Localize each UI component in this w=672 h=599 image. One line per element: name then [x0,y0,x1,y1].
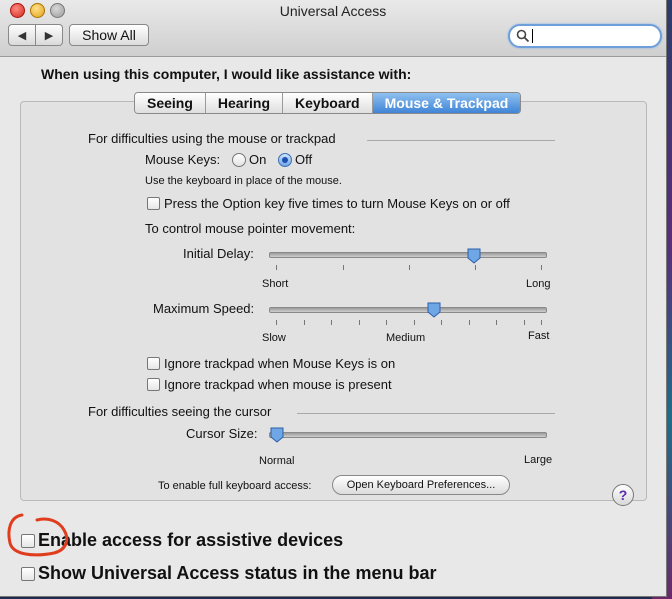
forward-arrow-icon: ▶ [44,29,54,42]
preferences-window: Universal Access ◀ ▶ Show All When using… [0,0,667,597]
initial-delay-max-label: Long [526,278,551,290]
mouse-keys-on-label: On [249,152,267,167]
section-divider [297,413,555,414]
section-divider [367,140,555,141]
control-pointer-label: To control mouse pointer movement: [145,221,356,236]
tick [441,320,442,325]
mouse-section-title: For difficulties using the mouse or trac… [88,131,336,146]
nav-segmented-control: ◀ ▶ [8,24,63,46]
cursor-size-track [269,432,547,438]
ignore-trackpad-mouse-label: Ignore trackpad when mouse is present [164,377,392,392]
ignore-trackpad-mousekeys-checkbox[interactable] [147,357,160,370]
tick [359,320,360,325]
maximum-speed-slider-thumb[interactable] [427,302,441,318]
show-status-menu-label: Show Universal Access status in the menu… [38,563,437,583]
tab-mouse-trackpad[interactable]: Mouse & Trackpad [372,93,521,113]
tab-keyboard[interactable]: Keyboard [283,93,373,113]
initial-delay-track [269,252,547,258]
maximum-speed-min-label: Slow [262,332,286,344]
initial-delay-min-label: Short [262,278,289,290]
mouse-keys-off-label: Off [295,152,313,167]
tick [386,320,387,325]
tick [541,265,542,270]
tick [343,265,344,270]
initial-delay-slider-thumb[interactable] [467,248,481,264]
tick [276,320,277,325]
cursor-section-title: For difficulties seeing the cursor [88,404,272,419]
tick [409,265,410,270]
maximum-speed-max-label: Fast [528,330,550,342]
mouse-keys-label: Mouse Keys: [145,152,221,167]
cursor-size-label: Cursor Size: [186,426,258,441]
forward-button[interactable]: ▶ [36,24,63,46]
tick [475,265,476,270]
tab-seeing[interactable]: Seeing [135,93,206,113]
back-arrow-icon: ◀ [17,29,27,42]
show-all-button[interactable]: Show All [69,24,149,46]
option-key-checkbox[interactable] [147,197,160,210]
tick [414,320,415,325]
keyboard-access-text: To enable full keyboard access: [158,480,312,492]
search-field[interactable] [508,24,662,48]
cursor-size-slider-thumb[interactable] [270,427,284,443]
option-key-checkbox-label: Press the Option key five times to turn … [164,196,510,211]
help-button[interactable]: ? [612,484,634,506]
mouse-keys-off-radio[interactable] [278,153,292,167]
tick [331,320,332,325]
tab-bar: Seeing Hearing Keyboard Mouse & Trackpad [134,92,522,114]
search-icon [516,29,530,43]
tick [304,320,305,325]
text-caret [532,29,533,43]
cursor-size-min-label: Normal [259,455,295,467]
open-keyboard-preferences-button[interactable]: Open Keyboard Preferences... [332,475,510,495]
tick [276,265,277,270]
back-button[interactable]: ◀ [8,24,36,46]
mouse-keys-hint: Use the keyboard in place of the mouse. [145,175,342,187]
enable-assistive-devices-checkbox[interactable] [21,534,35,548]
enable-assistive-devices-label: Enable access for assistive devices [38,530,344,550]
mouse-keys-on-radio[interactable] [232,153,246,167]
tab-panel: For difficulties using the mouse or trac… [20,101,647,501]
ignore-trackpad-mouse-checkbox[interactable] [147,378,160,391]
show-status-menu-checkbox[interactable] [21,567,35,581]
initial-delay-label: Initial Delay: [183,246,254,261]
window-title: Universal Access [279,3,387,19]
maximum-speed-label: Maximum Speed: [153,301,255,316]
maximum-speed-track [269,307,547,313]
tab-hearing[interactable]: Hearing [205,93,284,113]
tick [541,320,542,325]
tick [524,320,525,325]
cursor-size-max-label: Large [524,454,553,466]
tick [496,320,497,325]
titlebar: Universal Access ◀ ▶ Show All [0,0,666,57]
tick [469,320,470,325]
maximum-speed-mid-label: Medium [386,332,426,344]
assistance-heading: When using this computer, I would like a… [41,66,412,82]
ignore-trackpad-mousekeys-label: Ignore trackpad when Mouse Keys is on [164,356,396,371]
